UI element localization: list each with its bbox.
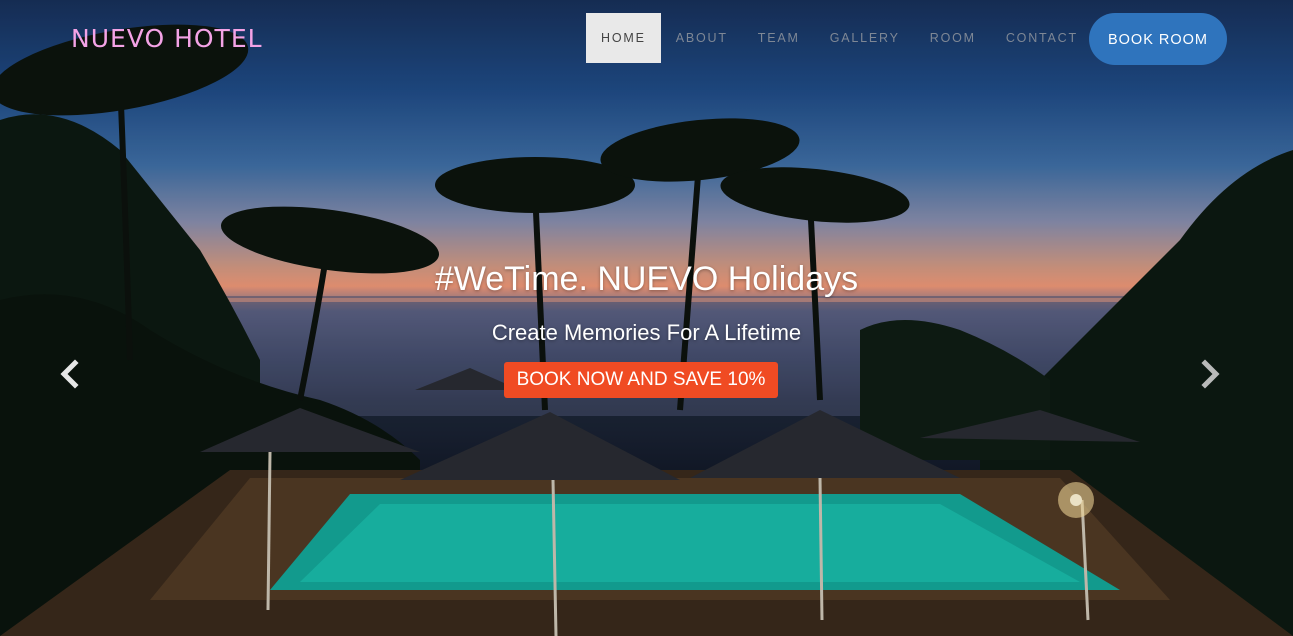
brand-logo[interactable]: NUEVO HOTEL [71, 24, 263, 53]
nav-item-about[interactable]: ABOUT [661, 13, 743, 63]
main-nav: HOME ABOUT TEAM GALLERY ROOM CONTACT [586, 13, 1093, 63]
carousel-prev-button[interactable] [52, 356, 88, 392]
carousel-next-button[interactable] [1192, 356, 1228, 392]
book-room-button[interactable]: BOOK ROOM [1089, 13, 1227, 65]
hero-overlay [0, 0, 1293, 636]
hero-subheadline: Create Memories For A Lifetime [491, 320, 802, 345]
nav-item-home[interactable]: HOME [586, 13, 661, 63]
nav-item-contact[interactable]: CONTACT [991, 13, 1093, 63]
hero-carousel [0, 0, 1293, 636]
nav-item-room[interactable]: ROOM [915, 13, 991, 63]
nav-item-team[interactable]: TEAM [743, 13, 815, 63]
hero-headline: #WeTime. NUEVO Holidays [434, 260, 859, 298]
chevron-left-icon [60, 359, 79, 389]
book-now-button[interactable]: BOOK NOW AND SAVE 10% [504, 362, 778, 398]
nav-item-gallery[interactable]: GALLERY [815, 13, 915, 63]
chevron-right-icon [1201, 359, 1220, 389]
